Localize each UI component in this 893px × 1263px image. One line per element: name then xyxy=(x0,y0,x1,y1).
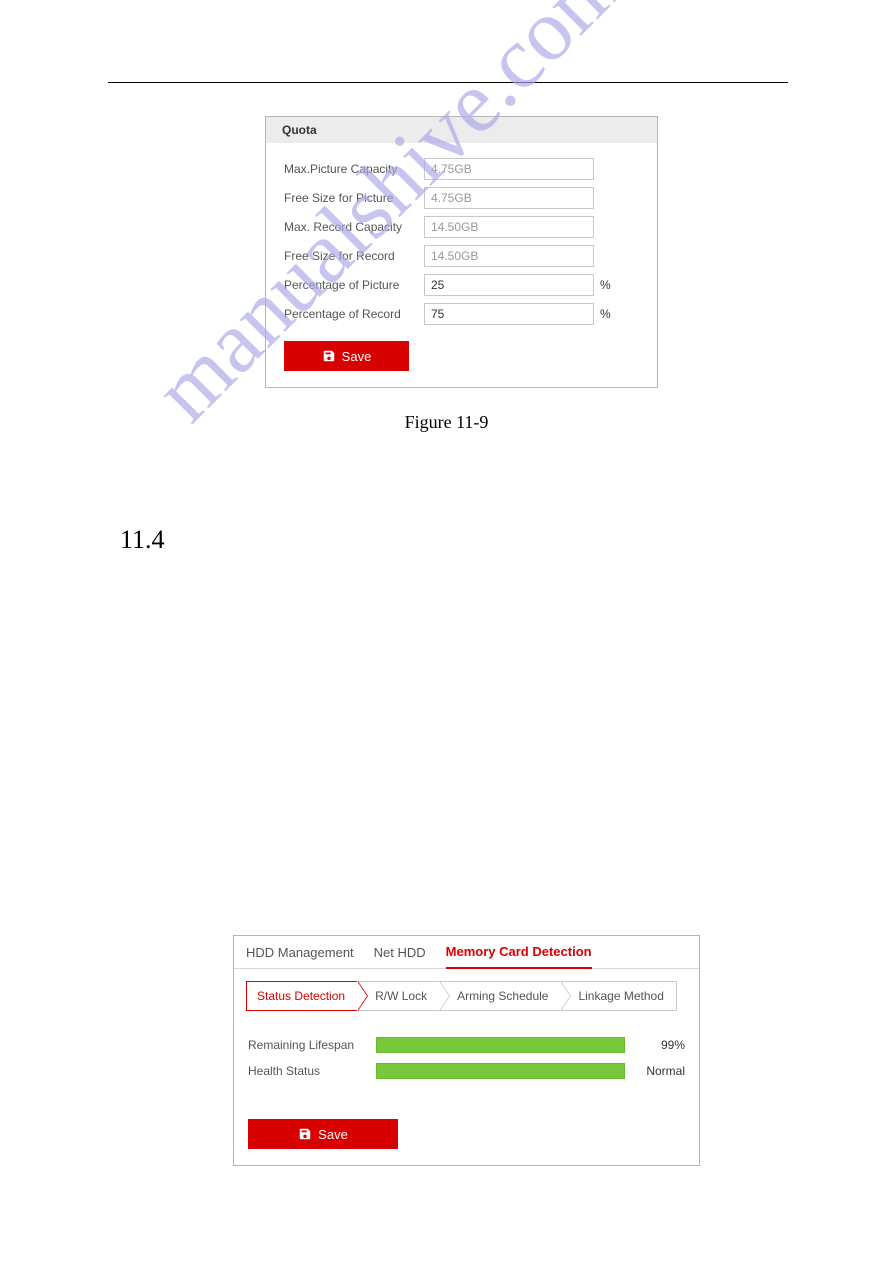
quota-label-pct-picture: Percentage of Picture xyxy=(284,278,424,292)
quota-save-label: Save xyxy=(342,349,372,364)
quota-input-pct-picture[interactable] xyxy=(424,274,594,296)
quota-save-button[interactable]: Save xyxy=(284,341,409,371)
card-save-button[interactable]: Save xyxy=(248,1119,398,1149)
save-icon xyxy=(322,349,336,363)
quota-unit-pct-picture: % xyxy=(600,278,611,292)
quota-label-free-picture: Free Size for Picture xyxy=(284,191,424,205)
quota-input-max-record xyxy=(424,216,594,238)
status-value-health: Normal xyxy=(633,1064,685,1078)
subtab-rw-lock[interactable]: R/W Lock xyxy=(357,981,439,1011)
tab-hdd-management[interactable]: HDD Management xyxy=(246,945,354,968)
progress-bar-health xyxy=(376,1063,625,1079)
tab-net-hdd[interactable]: Net HDD xyxy=(374,945,426,968)
quota-input-free-picture xyxy=(424,187,594,209)
status-label-health: Health Status xyxy=(248,1064,376,1078)
card-tabs: HDD Management Net HDD Memory Card Detec… xyxy=(234,936,699,969)
card-save-label: Save xyxy=(318,1127,348,1142)
status-label-lifespan: Remaining Lifespan xyxy=(248,1038,376,1052)
subtab-linkage-method[interactable]: Linkage Method xyxy=(560,981,676,1011)
quota-label-pct-record: Percentage of Record xyxy=(284,307,424,321)
quota-panel: Quota Max.Picture Capacity Free Size for… xyxy=(265,116,658,388)
status-value-lifespan: 99% xyxy=(633,1038,685,1052)
subtab-row: Status Detection R/W Lock Arming Schedul… xyxy=(246,981,687,1011)
quota-input-free-record xyxy=(424,245,594,267)
tab-memory-card-detection[interactable]: Memory Card Detection xyxy=(446,944,592,969)
quota-title: Quota xyxy=(266,117,657,143)
save-icon xyxy=(298,1127,312,1141)
section-number: 11.4 xyxy=(120,525,165,555)
subtab-arming-schedule[interactable]: Arming Schedule xyxy=(439,981,560,1011)
quota-input-max-picture xyxy=(424,158,594,180)
figure-caption: Figure 11-9 xyxy=(0,412,893,433)
quota-label-max-record: Max. Record Capacity xyxy=(284,220,424,234)
quota-label-free-record: Free Size for Record xyxy=(284,249,424,263)
progress-bar-lifespan xyxy=(376,1037,625,1053)
quota-unit-pct-record: % xyxy=(600,307,611,321)
card-detection-panel: HDD Management Net HDD Memory Card Detec… xyxy=(233,935,700,1166)
horizontal-rule xyxy=(108,82,788,83)
subtab-status-detection[interactable]: Status Detection xyxy=(246,981,357,1011)
quota-input-pct-record[interactable] xyxy=(424,303,594,325)
quota-label-max-picture: Max.Picture Capacity xyxy=(284,162,424,176)
